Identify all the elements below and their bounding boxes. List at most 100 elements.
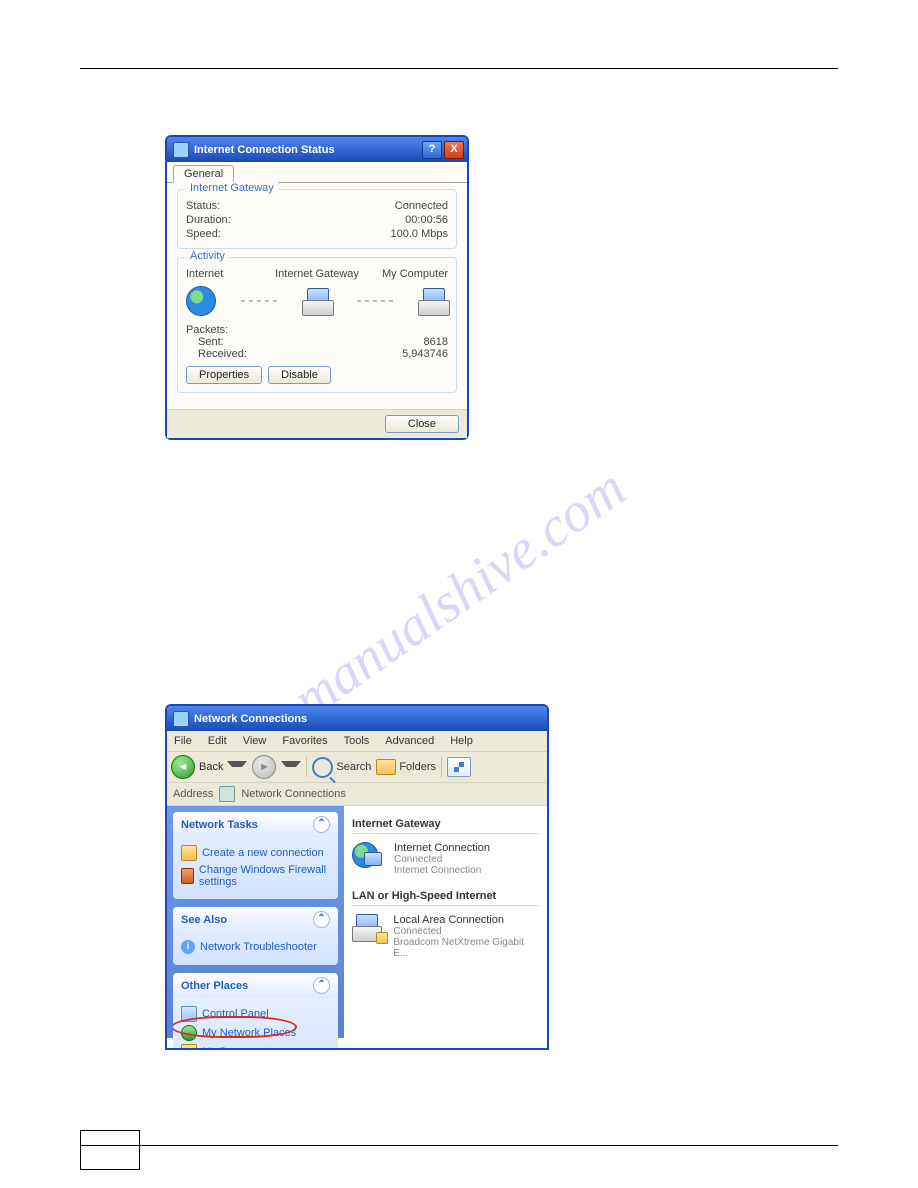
wizard-icon bbox=[181, 845, 197, 861]
status-label: Status: bbox=[186, 200, 368, 212]
tab-strip: General bbox=[167, 162, 467, 183]
item-status: Connected bbox=[393, 926, 539, 937]
col-mycomputer: My Computer bbox=[378, 268, 448, 280]
window-title: Network Connections bbox=[194, 713, 307, 725]
menu-advanced[interactable]: Advanced bbox=[382, 734, 437, 748]
close-button[interactable]: Close bbox=[385, 415, 459, 433]
info-icon: i bbox=[181, 940, 195, 954]
pc-sent: 618 bbox=[430, 336, 448, 348]
help-button[interactable]: ? bbox=[422, 141, 442, 159]
item-lan-connection[interactable]: Local Area Connection Connected Broadcom… bbox=[352, 914, 539, 959]
internet-connection-status-dialog: Internet Connection Status ? X General I… bbox=[165, 135, 469, 440]
shield-icon bbox=[181, 868, 194, 884]
received-label: Received: bbox=[186, 348, 402, 360]
duration-label: Duration: bbox=[186, 214, 368, 226]
window-icon bbox=[173, 142, 189, 158]
packets-label: Packets: bbox=[186, 324, 448, 336]
window-icon bbox=[173, 711, 189, 727]
item-sub: Internet Connection bbox=[394, 865, 490, 876]
item-sub: Broadcom NetXtreme Gigabit E... bbox=[393, 937, 539, 959]
network-places-icon bbox=[181, 1025, 197, 1041]
collapse-icon[interactable]: ⌃ bbox=[313, 816, 330, 833]
toolbar: ◄ Back ► Search Folders bbox=[167, 752, 547, 783]
folders-button[interactable]: Folders bbox=[376, 759, 436, 775]
mycomputer-icon bbox=[418, 288, 448, 314]
section-internet-gateway: Internet Gateway bbox=[352, 818, 539, 834]
menu-edit[interactable]: Edit bbox=[205, 734, 230, 748]
sent-label: Sent: bbox=[186, 336, 424, 348]
properties-button[interactable]: Properties bbox=[186, 366, 262, 384]
documents-icon bbox=[181, 1044, 197, 1050]
address-bar: Address Network Connections bbox=[167, 783, 547, 806]
connection-line bbox=[241, 300, 277, 302]
close-icon[interactable]: X bbox=[444, 141, 464, 159]
menu-favorites[interactable]: Favorites bbox=[279, 734, 330, 748]
titlebar[interactable]: Internet Connection Status ? X bbox=[167, 137, 467, 162]
col-gateway: Internet Gateway bbox=[256, 268, 378, 280]
group-title: Activity bbox=[186, 250, 229, 262]
menu-bar: File Edit View Favorites Tools Advanced … bbox=[167, 731, 547, 752]
link-my-documents[interactable]: My Documents bbox=[181, 1044, 330, 1050]
titlebar[interactable]: Network Connections bbox=[167, 706, 547, 731]
link-troubleshooter[interactable]: iNetwork Troubleshooter bbox=[181, 940, 330, 954]
menu-file[interactable]: File bbox=[171, 734, 195, 748]
search-button[interactable]: Search bbox=[312, 757, 371, 778]
gateway-icon bbox=[302, 288, 332, 314]
back-button[interactable]: ◄ Back bbox=[171, 755, 247, 779]
status-value: Connected bbox=[368, 200, 448, 212]
link-control-panel[interactable]: Control Panel bbox=[181, 1006, 330, 1022]
control-panel-icon bbox=[181, 1006, 197, 1022]
item-title: Internet Connection bbox=[394, 842, 490, 854]
search-icon bbox=[312, 757, 333, 778]
menu-tools[interactable]: Tools bbox=[341, 734, 373, 748]
group-internet-gateway: Internet Gateway Status:Connected Durati… bbox=[177, 189, 457, 249]
panel-title: Network Tasks bbox=[181, 819, 258, 831]
window-title: Internet Connection Status bbox=[194, 144, 335, 156]
back-arrow-icon: ◄ bbox=[171, 755, 195, 779]
collapse-icon[interactable]: ⌃ bbox=[313, 977, 330, 994]
speed-label: Speed: bbox=[186, 228, 368, 240]
item-internet-connection[interactable]: Internet Connection Connected Internet C… bbox=[352, 842, 539, 876]
globe-icon bbox=[186, 286, 216, 316]
address-value[interactable]: Network Connections bbox=[241, 788, 346, 800]
forward-button[interactable]: ► bbox=[252, 755, 276, 779]
disable-button[interactable]: Disable bbox=[268, 366, 331, 384]
gw-received: 5,943 bbox=[402, 348, 430, 360]
link-my-network-places[interactable]: My Network Places bbox=[181, 1025, 330, 1041]
panel-see-also: See Also ⌃ iNetwork Troubleshooter bbox=[173, 907, 338, 965]
network-connections-window: Network Connections File Edit View Favor… bbox=[165, 704, 549, 1050]
item-status: Connected bbox=[394, 854, 490, 865]
panel-title: Other Places bbox=[181, 980, 248, 992]
address-icon bbox=[219, 786, 235, 802]
link-create-connection[interactable]: Create a new connection bbox=[181, 845, 330, 861]
panel-title: See Also bbox=[181, 914, 227, 926]
lan-icon bbox=[352, 914, 385, 944]
menu-help[interactable]: Help bbox=[447, 734, 476, 748]
group-title: Internet Gateway bbox=[186, 182, 278, 194]
header-divider bbox=[80, 68, 838, 69]
side-panel: Network Tasks ⌃ Create a new connection C… bbox=[167, 806, 344, 1038]
address-label: Address bbox=[173, 788, 213, 800]
col-internet: Internet bbox=[186, 268, 256, 280]
section-lan: LAN or High-Speed Internet bbox=[352, 890, 539, 906]
panel-network-tasks: Network Tasks ⌃ Create a new connection C… bbox=[173, 812, 338, 899]
collapse-icon[interactable]: ⌃ bbox=[313, 911, 330, 928]
internet-connection-icon bbox=[352, 842, 386, 872]
speed-value: 100.0 Mbps bbox=[368, 228, 448, 240]
main-pane: Internet Gateway Internet Connection Con… bbox=[344, 806, 547, 1038]
back-label: Back bbox=[199, 761, 223, 773]
item-title: Local Area Connection bbox=[393, 914, 539, 926]
group-activity: Activity Internet Internet Gateway My Co… bbox=[177, 257, 457, 393]
watermark: manualshive.com bbox=[281, 456, 637, 732]
pc-received: 746 bbox=[430, 348, 448, 360]
connection-line bbox=[357, 300, 393, 302]
chevron-down-icon bbox=[281, 761, 301, 773]
views-button[interactable] bbox=[447, 757, 471, 777]
panel-other-places: Other Places ⌃ Control Panel My Network P… bbox=[173, 973, 338, 1050]
tab-general[interactable]: General bbox=[173, 165, 234, 183]
link-firewall-settings[interactable]: Change Windows Firewall settings bbox=[181, 864, 330, 888]
menu-view[interactable]: View bbox=[240, 734, 270, 748]
duration-value: 00:00:56 bbox=[368, 214, 448, 226]
tiles-icon bbox=[454, 762, 464, 772]
footer-divider bbox=[80, 1145, 838, 1146]
